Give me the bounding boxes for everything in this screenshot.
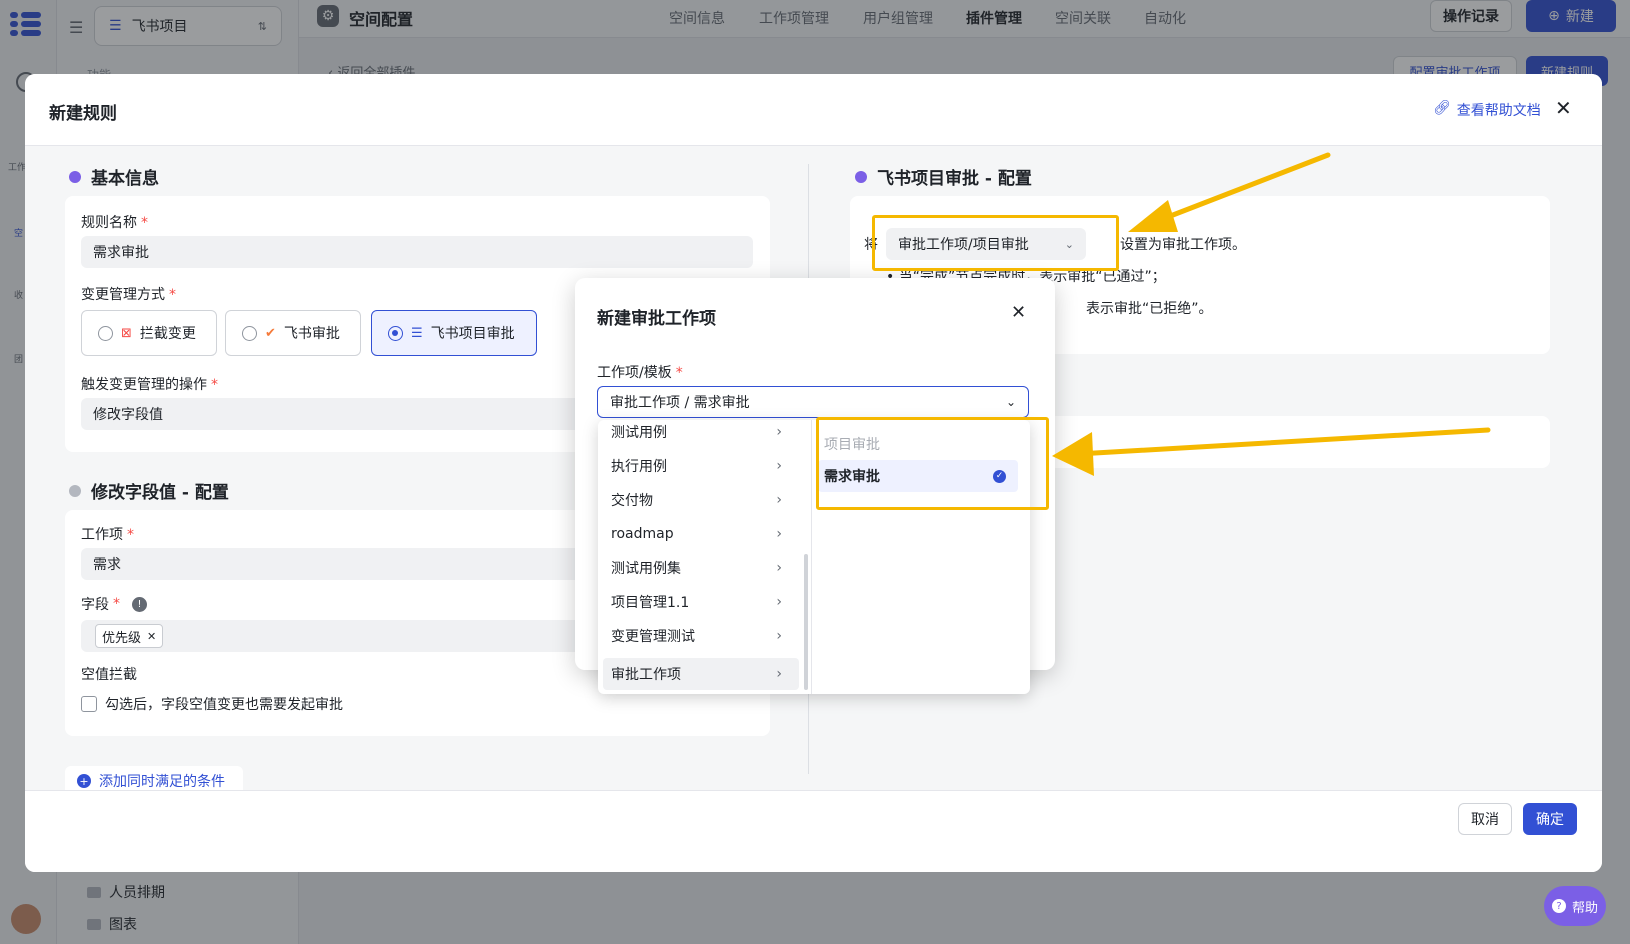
dd-option-test-case[interactable]: 测试用例 › xyxy=(598,420,804,448)
approval-config-title: 飞书项目审批 - 配置 xyxy=(855,164,1032,189)
dropdown-scrollbar[interactable] xyxy=(804,554,808,690)
rule-name-label: 规则名称 * xyxy=(81,215,148,231)
question-icon: ? xyxy=(1551,899,1566,913)
chevron-right-icon: › xyxy=(776,666,782,682)
chevron-right-icon: › xyxy=(776,492,782,508)
modal-header: 新建规则 🔗︎ 查看帮助文档 ✕ xyxy=(25,74,1602,146)
chevron-right-icon: › xyxy=(776,458,782,474)
help-float-button[interactable]: ? 帮助 xyxy=(1544,886,1606,926)
workitem-template-label: 工作项/模板 * xyxy=(597,365,683,381)
dialog-title: 新建审批工作项 xyxy=(597,309,716,329)
highlight-box-option xyxy=(816,417,1049,510)
confirm-button[interactable]: 确定 xyxy=(1523,803,1577,835)
cancel-button[interactable]: 取消 xyxy=(1458,803,1512,835)
empty-intercept-label: 空值拦截 xyxy=(81,667,137,683)
section-dot xyxy=(69,170,81,183)
approval-bullet-2: 表示审批“已拒绝”。 xyxy=(1086,301,1213,317)
chevron-right-icon: › xyxy=(776,424,782,440)
approval-suffix: 设置为审批工作项。 xyxy=(1120,237,1246,253)
help-doc-link[interactable]: 🔗︎ 查看帮助文档 xyxy=(1433,100,1541,120)
dd-option-project-mgmt[interactable]: 项目管理1.1 › xyxy=(598,586,804,618)
trigger-label: 触发变更管理的操作 * xyxy=(81,377,218,393)
section-dot xyxy=(69,484,81,497)
mode-project-approval[interactable]: ☰ 飞书项目审批 xyxy=(371,310,537,356)
mode-intercept[interactable]: ⊠ 拦截变更 xyxy=(81,310,217,356)
radio-icon xyxy=(388,325,403,341)
workitem-template-select[interactable]: 审批工作项 / 需求审批 ⌄ xyxy=(597,386,1029,418)
radio-icon xyxy=(98,325,113,341)
rule-name-input[interactable]: 需求审批 xyxy=(81,236,753,268)
radio-icon xyxy=(242,325,257,341)
chevron-right-icon: › xyxy=(776,526,782,542)
modal-title: 新建规则 xyxy=(49,104,117,124)
close-icon[interactable]: ✕ xyxy=(1555,96,1572,120)
dd-option-approval-workitem[interactable]: 审批工作项 › xyxy=(603,658,799,690)
info-icon[interactable]: ! xyxy=(132,596,147,612)
intercept-icon: ⊠ xyxy=(121,325,132,341)
chevron-right-icon: › xyxy=(776,560,782,576)
highlight-box-select xyxy=(872,215,1119,271)
change-mode-label: 变更管理方式 * xyxy=(81,287,176,303)
approval-icon: ✔ xyxy=(265,325,276,341)
chevron-right-icon: › xyxy=(776,628,782,644)
dd-option-test-suite[interactable]: 测试用例集 › xyxy=(598,552,804,584)
dd-option-change-test[interactable]: 变更管理测试 › xyxy=(598,620,804,652)
dd-option-exec-case[interactable]: 执行用例 › xyxy=(598,450,804,482)
dd-option-deliverable[interactable]: 交付物 › xyxy=(598,484,804,516)
basic-info-title: 基本信息 xyxy=(69,164,159,189)
workitem-label: 工作项 * xyxy=(81,527,134,543)
tag-close-icon[interactable]: ✕ xyxy=(147,630,156,643)
empty-intercept-checkbox[interactable]: 勾选后，字段空值变更也需要发起审批 xyxy=(81,694,343,714)
chevron-right-icon: › xyxy=(776,594,782,610)
dropdown-divider xyxy=(811,420,812,694)
link-icon: 🔗︎ xyxy=(1433,100,1451,116)
field-label: 字段 *! xyxy=(81,594,147,614)
project-icon: ☰ xyxy=(411,325,423,341)
mode-feishu-approval[interactable]: ✔ 飞书审批 xyxy=(225,310,361,356)
field-tag: 优先级 ✕ xyxy=(95,624,164,648)
dialog-close-icon[interactable]: ✕ xyxy=(1011,302,1026,323)
modal-footer: 取消 确定 xyxy=(25,790,1602,872)
dd-option-roadmap[interactable]: roadmap › xyxy=(598,518,804,550)
checkbox-icon[interactable] xyxy=(81,696,97,712)
plus-circle-icon: + xyxy=(77,774,91,788)
section-dot xyxy=(855,170,867,183)
field-config-title: 修改字段值 - 配置 xyxy=(69,478,229,503)
chevron-down-icon: ⌄ xyxy=(1005,395,1016,409)
